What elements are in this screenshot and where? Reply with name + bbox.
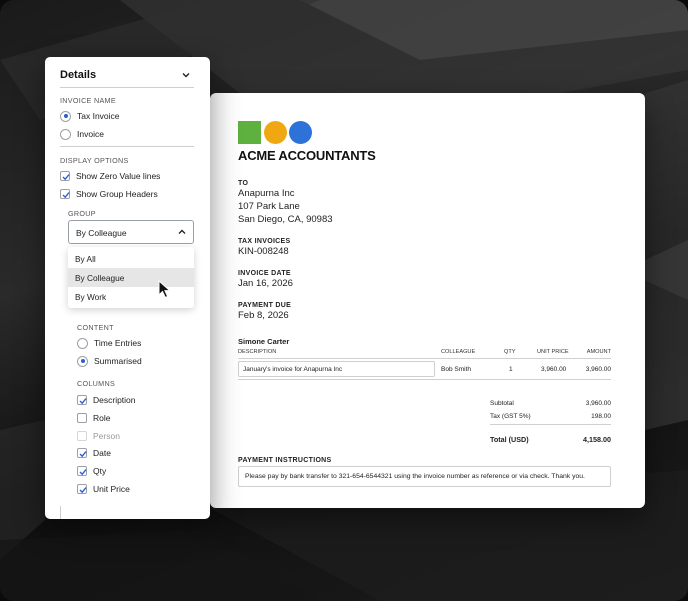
logo-circle-blue bbox=[289, 121, 312, 144]
group-select-value: By Colleague bbox=[76, 228, 127, 238]
radio-label: Invoice bbox=[77, 129, 104, 139]
checkbox-unit-price[interactable]: Unit Price bbox=[77, 483, 130, 495]
cell-qty: 1 bbox=[509, 366, 513, 373]
group-dropdown-menu: By All By Colleague By Work bbox=[68, 247, 194, 308]
check-icon bbox=[79, 398, 87, 405]
mouse-pointer-icon bbox=[158, 280, 172, 299]
total-label: Total (USD) bbox=[490, 435, 529, 444]
cell-colleague: Bob Smith bbox=[441, 366, 471, 373]
payment-due-value: Feb 8, 2026 bbox=[238, 310, 289, 321]
panel-scroll-line bbox=[60, 506, 61, 519]
chevron-up-icon bbox=[178, 229, 186, 234]
dropdown-option-by-work[interactable]: By Work bbox=[68, 287, 194, 306]
checkbox-label: Date bbox=[93, 448, 111, 458]
chevron-down-icon[interactable] bbox=[182, 71, 190, 79]
checkbox bbox=[77, 431, 87, 441]
to-name: Anapurna Inc bbox=[238, 188, 295, 199]
table-header: DESCRIPTION COLLEAGUE QTY UNIT PRICE AMO… bbox=[238, 349, 611, 359]
dropdown-option-by-all[interactable]: By All bbox=[68, 249, 194, 268]
checkbox[interactable] bbox=[77, 413, 87, 423]
divider bbox=[60, 146, 194, 147]
group-label: GROUP bbox=[68, 209, 96, 218]
th-description: DESCRIPTION bbox=[238, 349, 277, 355]
checkbox[interactable] bbox=[77, 448, 87, 458]
radio-button[interactable] bbox=[77, 337, 88, 349]
cell-amount: 3,960.00 bbox=[585, 366, 611, 373]
checkbox[interactable] bbox=[77, 466, 87, 476]
tax-value: 198.00 bbox=[591, 413, 611, 420]
checkbox[interactable] bbox=[60, 171, 70, 181]
group-select[interactable]: By Colleague bbox=[68, 220, 194, 244]
checkbox-label: Role bbox=[93, 413, 111, 423]
payment-instructions-label: PAYMENT INSTRUCTIONS bbox=[238, 457, 332, 464]
radio-label: Summarised bbox=[94, 356, 142, 366]
totals-divider bbox=[490, 424, 611, 425]
checkbox[interactable] bbox=[77, 395, 87, 405]
divider bbox=[60, 87, 194, 88]
to-street: 107 Park Lane bbox=[238, 201, 300, 212]
cell-unit-price: 3,960.00 bbox=[541, 366, 567, 373]
columns-label: COLUMNS bbox=[77, 379, 116, 388]
checkbox-description[interactable]: Description bbox=[77, 394, 136, 406]
payment-instructions-field[interactable]: Please pay by bank transfer to 321-654-6… bbox=[238, 466, 611, 487]
radio-button[interactable] bbox=[60, 110, 71, 122]
company-name: ACME ACCOUNTANTS bbox=[238, 148, 376, 163]
invoice-name-label: INVOICE NAME bbox=[60, 96, 116, 105]
group-header: Simone Carter bbox=[238, 337, 290, 346]
subtotal-value: 3,960.00 bbox=[585, 400, 611, 407]
check-icon bbox=[79, 451, 87, 458]
tax-invoices-value: KIN-008248 bbox=[238, 246, 289, 257]
logo-square bbox=[238, 121, 261, 144]
invoice-preview: ACME ACCOUNTANTS TO Anapurna Inc 107 Par… bbox=[210, 93, 645, 508]
table-row: January's invoice for Anapurna Inc Bob S… bbox=[238, 360, 611, 380]
th-qty: QTY bbox=[504, 349, 516, 355]
th-colleague: COLLEAGUE bbox=[441, 349, 476, 355]
radio-button[interactable] bbox=[60, 128, 71, 140]
radio-invoice[interactable]: Invoice bbox=[60, 128, 104, 140]
checkbox-show-zero-value-lines[interactable]: Show Zero Value lines bbox=[60, 170, 160, 182]
payment-due-label: PAYMENT DUE bbox=[238, 302, 292, 309]
radio-tax-invoice[interactable]: Tax Invoice bbox=[60, 110, 120, 122]
th-unit-price: UNIT PRICE bbox=[537, 349, 569, 355]
check-icon bbox=[79, 487, 87, 494]
tax-label: Tax (GST 5%) bbox=[490, 413, 531, 420]
radio-label: Tax Invoice bbox=[77, 111, 120, 121]
invoice-date-label: INVOICE DATE bbox=[238, 270, 291, 277]
check-icon bbox=[62, 174, 70, 181]
invoice-date-value: Jan 16, 2026 bbox=[238, 278, 293, 289]
checkbox-label: Qty bbox=[93, 466, 107, 476]
radio-time-entries[interactable]: Time Entries bbox=[77, 337, 141, 349]
checkbox-label: Show Group Headers bbox=[76, 189, 158, 199]
check-icon bbox=[79, 469, 87, 476]
checkbox[interactable] bbox=[60, 189, 70, 199]
content-label: CONTENT bbox=[77, 323, 114, 332]
panel-title: Details bbox=[60, 69, 97, 81]
checkbox[interactable] bbox=[77, 484, 87, 494]
check-icon bbox=[62, 192, 70, 199]
dropdown-option-by-colleague[interactable]: By Colleague bbox=[68, 268, 194, 287]
th-amount: AMOUNT bbox=[586, 349, 611, 355]
to-city: San Diego, CA, 90983 bbox=[238, 214, 333, 225]
to-label: TO bbox=[238, 180, 249, 187]
description-field[interactable]: January's invoice for Anapurna Inc bbox=[238, 361, 435, 377]
subtotal-label: Subtotal bbox=[490, 400, 514, 407]
checkbox-qty[interactable]: Qty bbox=[77, 465, 106, 477]
logo-circle-orange bbox=[264, 121, 287, 144]
display-options-label: DISPLAY OPTIONS bbox=[60, 156, 129, 165]
radio-label: Time Entries bbox=[94, 338, 142, 348]
details-panel: Details INVOICE NAME Tax Invoice Invoice… bbox=[45, 57, 210, 519]
checkbox-label: Show Zero Value lines bbox=[76, 171, 161, 181]
checkbox-date[interactable]: Date bbox=[77, 447, 111, 459]
checkbox-label: Unit Price bbox=[93, 484, 130, 494]
radio-summarised[interactable]: Summarised bbox=[77, 355, 142, 367]
tax-invoices-label: TAX INVOICES bbox=[238, 238, 291, 245]
checkbox-label: Description bbox=[93, 395, 136, 405]
checkbox-show-group-headers[interactable]: Show Group Headers bbox=[60, 188, 158, 200]
checkbox-label: Person bbox=[93, 431, 120, 441]
total-value: 4,158.00 bbox=[583, 435, 611, 444]
radio-button[interactable] bbox=[77, 355, 88, 367]
checkbox-person: Person bbox=[77, 430, 120, 442]
checkbox-role[interactable]: Role bbox=[77, 412, 110, 424]
